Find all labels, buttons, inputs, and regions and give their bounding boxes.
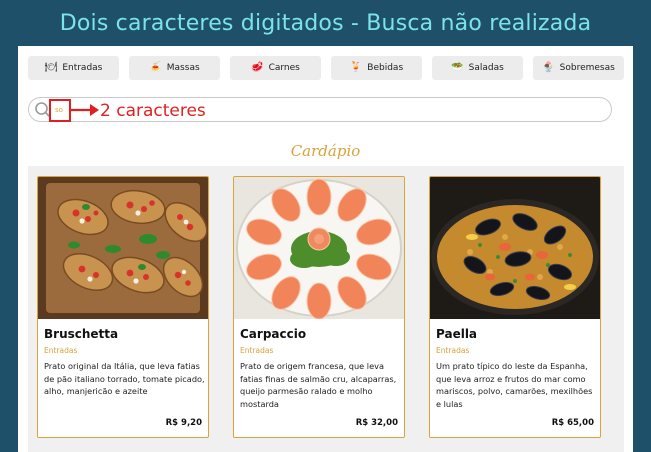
menu-card-carpaccio[interactable]: Carpaccio Entradas Prato de origem franc… — [233, 176, 405, 438]
saladas-icon: 🥗 — [451, 62, 464, 73]
bebidas-icon: 🍹 — [349, 62, 363, 73]
menu-grid: Bruschetta Entradas Prato original da It… — [28, 166, 624, 452]
massas-icon: 🍝 — [149, 62, 162, 73]
item-name: Paella — [436, 327, 478, 341]
category-carnes[interactable]: 🥩 Carnes — [230, 56, 321, 80]
category-saladas[interactable]: 🥗 Saladas — [432, 56, 523, 80]
entradas-icon: 🍽 — [44, 62, 58, 73]
item-category: Entradas — [436, 346, 470, 355]
annotation-label: 2 caracteres — [100, 101, 206, 121]
item-description: Prato de origem francesa, que leva fatia… — [240, 361, 397, 409]
category-label: Entradas — [62, 63, 103, 73]
item-name: Bruschetta — [44, 327, 119, 341]
item-description: Um prato típico do leste da Espanha, que… — [436, 361, 593, 409]
category-bebidas[interactable]: 🍹 Bebidas — [331, 56, 422, 80]
banner-title: Dois caracteres digitados - Busca não re… — [59, 10, 592, 36]
tutorial-banner: Dois caracteres digitados - Busca não re… — [0, 0, 651, 46]
category-sobremesas[interactable]: 🍨 Sobremesas — [533, 56, 624, 80]
menu-card-bruschetta[interactable]: Bruschetta Entradas Prato original da It… — [37, 176, 209, 438]
highlight-box — [49, 99, 71, 122]
carnes-icon: 🥩 — [251, 62, 264, 73]
category-label: Bebidas — [367, 63, 404, 73]
bruschetta-image — [38, 177, 208, 319]
category-massas[interactable]: 🍝 Massas — [129, 56, 220, 80]
category-bar: 🍽 Entradas 🍝 Massas 🥩 Carnes 🍹 Bebidas 🥗… — [28, 56, 624, 80]
item-price: R$ 65,00 — [551, 418, 594, 428]
arrow-icon — [71, 104, 99, 116]
paella-image — [430, 177, 600, 319]
item-category: Entradas — [44, 346, 78, 355]
menu-card-paella[interactable]: Paella Entradas Um prato típico do leste… — [429, 176, 601, 438]
item-name: Carpaccio — [240, 327, 307, 341]
category-label: Saladas — [468, 63, 504, 73]
item-price: R$ 32,00 — [355, 418, 398, 428]
category-label: Sobremesas — [559, 63, 615, 73]
category-label: Carnes — [268, 63, 300, 73]
category-label: Massas — [166, 63, 200, 73]
item-description: Prato original da Itália, que leva fatia… — [44, 361, 205, 397]
carpaccio-image — [234, 177, 404, 319]
sobremesas-icon: 🍨 — [542, 62, 555, 73]
item-category: Entradas — [240, 346, 274, 355]
category-entradas[interactable]: 🍽 Entradas — [28, 56, 119, 80]
restaurant-page: 🍽 Entradas 🍝 Massas 🥩 Carnes 🍹 Bebidas 🥗… — [18, 46, 633, 452]
item-price: R$ 9,20 — [165, 418, 202, 428]
section-title: Cardápio — [290, 142, 361, 160]
